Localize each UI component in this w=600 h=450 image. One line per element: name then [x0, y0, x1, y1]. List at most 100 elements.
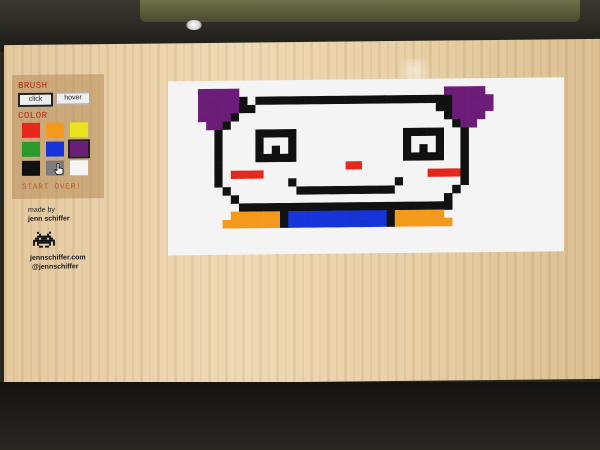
pixel-cell[interactable]: [362, 128, 371, 137]
pixel-cell[interactable]: [370, 144, 379, 154]
pixel-cell[interactable]: [427, 217, 437, 227]
pixel-cell[interactable]: [222, 88, 232, 98]
pixel-cell[interactable]: [312, 202, 322, 212]
pixel-cell[interactable]: [247, 186, 256, 196]
pixel-cell[interactable]: [230, 96, 240, 106]
pixel-cell[interactable]: [386, 169, 396, 178]
pixel-cell[interactable]: [386, 152, 396, 162]
pixel-cell[interactable]: [427, 119, 437, 128]
pixel-cell[interactable]: [370, 177, 379, 186]
pixel-cell[interactable]: [280, 161, 289, 171]
pixel-cell[interactable]: [411, 127, 420, 137]
pixel-cell[interactable]: [214, 121, 223, 131]
pixel-cell[interactable]: [460, 143, 469, 153]
pixel-cell[interactable]: [296, 128, 305, 138]
pixel-cell[interactable]: [468, 86, 478, 95]
pixel-cell[interactable]: [239, 104, 248, 114]
pixel-cell[interactable]: [386, 144, 396, 154]
pixel-cell[interactable]: [386, 185, 396, 195]
pixel-cell[interactable]: [444, 184, 453, 194]
pixel-cell[interactable]: [337, 210, 346, 220]
pixel-cell[interactable]: [378, 103, 387, 113]
pixel-cell[interactable]: [444, 201, 453, 210]
pixel-cell[interactable]: [296, 169, 305, 179]
pixel-cell[interactable]: [230, 187, 240, 196]
pixel-cell[interactable]: [411, 168, 420, 178]
pixel-cell[interactable]: [255, 170, 264, 179]
pixel-cell[interactable]: [419, 217, 428, 227]
pixel-cell[interactable]: [230, 121, 240, 131]
pixel-cell[interactable]: [288, 178, 297, 187]
pixel-cell[interactable]: [280, 178, 289, 187]
pixel-cell[interactable]: [427, 152, 437, 161]
pixel-cell[interactable]: [353, 128, 363, 137]
color-swatch-blue[interactable]: [46, 141, 64, 157]
pixel-cell[interactable]: [288, 153, 297, 163]
pixel-cell[interactable]: [263, 211, 273, 220]
pixel-cell[interactable]: [444, 217, 453, 227]
pixel-cell[interactable]: [312, 95, 322, 105]
pixel-cell[interactable]: [255, 153, 264, 163]
pixel-cell[interactable]: [247, 219, 256, 229]
pixel-cell[interactable]: [239, 121, 248, 130]
pixel-cell[interactable]: [411, 176, 420, 186]
pixel-cell[interactable]: [230, 88, 240, 98]
pixel-cell[interactable]: [280, 194, 289, 204]
pixel-cell[interactable]: [206, 113, 215, 123]
pixel-cell[interactable]: [214, 179, 223, 188]
pixel-cell[interactable]: [370, 185, 379, 195]
pixel-cell[interactable]: [263, 203, 273, 212]
pixel-cell[interactable]: [288, 137, 297, 146]
pixel-cell[interactable]: [419, 103, 428, 112]
pixel-cell[interactable]: [427, 94, 437, 104]
pixel-cell[interactable]: [345, 194, 355, 203]
pixel-cell[interactable]: [239, 137, 248, 147]
pixel-cell[interactable]: [206, 97, 215, 106]
pixel-cell[interactable]: [386, 201, 396, 211]
pixel-cell[interactable]: [460, 94, 469, 104]
pixel-cell[interactable]: [296, 104, 305, 113]
pixel-cell[interactable]: [222, 154, 232, 163]
pixel-cell[interactable]: [296, 137, 305, 146]
pixel-cell[interactable]: [312, 186, 322, 195]
pixel-cell[interactable]: [444, 176, 453, 186]
pixel-cell[interactable]: [214, 170, 223, 180]
pixel-cell[interactable]: [255, 129, 264, 138]
pixel-cell[interactable]: [280, 202, 289, 212]
pixel-cell[interactable]: [460, 160, 469, 169]
pixel-cell[interactable]: [239, 154, 248, 163]
pixel-cell[interactable]: [394, 218, 404, 227]
pixel-cell[interactable]: [378, 152, 387, 162]
pixel-cell[interactable]: [435, 111, 445, 120]
pixel-cell[interactable]: [214, 146, 223, 155]
pixel-cell[interactable]: [206, 88, 215, 98]
pixel-cell[interactable]: [230, 219, 240, 229]
pixel-cell[interactable]: [386, 218, 396, 227]
pixel-cell[interactable]: [345, 161, 355, 170]
pixel-cell[interactable]: [444, 143, 453, 153]
pixel-cell[interactable]: [321, 210, 330, 220]
pixel-cell[interactable]: [271, 194, 281, 204]
pixel-cell[interactable]: [280, 211, 289, 220]
pixel-cell[interactable]: [345, 153, 355, 162]
pixel-cell[interactable]: [378, 177, 387, 186]
pixel-cell[interactable]: [435, 201, 445, 210]
pixel-cell[interactable]: [304, 96, 314, 105]
pixel-cell[interactable]: [312, 218, 322, 228]
pixel-cell[interactable]: [403, 160, 412, 170]
pixel-cell[interactable]: [271, 219, 281, 229]
pixel-cell[interactable]: [312, 145, 322, 154]
pixel-cell[interactable]: [476, 94, 486, 103]
pixel-cell[interactable]: [452, 119, 461, 128]
pixel-cell[interactable]: [460, 127, 469, 136]
pixel-cell[interactable]: [435, 193, 445, 202]
pixel-cell[interactable]: [321, 120, 330, 130]
pixel-cell[interactable]: [214, 162, 223, 172]
pixel-cell[interactable]: [444, 193, 453, 202]
pixel-cell[interactable]: [419, 152, 428, 161]
pixel-cell[interactable]: [337, 103, 346, 113]
pixel-cell[interactable]: [214, 113, 223, 123]
pixel-cell[interactable]: [353, 210, 363, 219]
pixel-cell[interactable]: [394, 177, 404, 186]
pixel-cell[interactable]: [353, 185, 363, 195]
